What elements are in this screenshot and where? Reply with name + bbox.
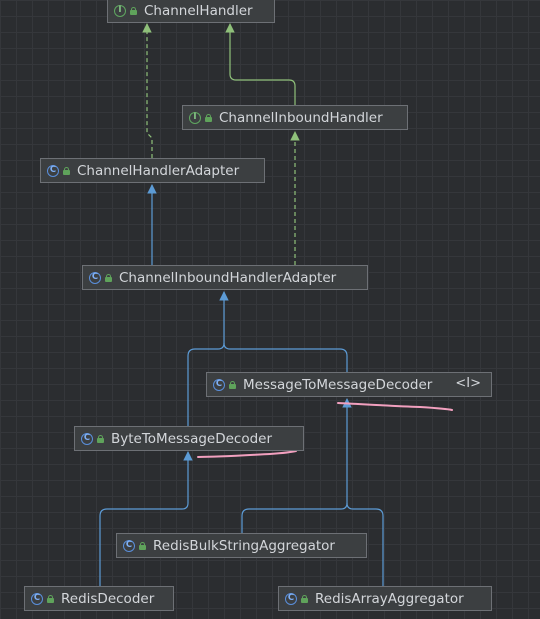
node-label: ChannelInboundHandler bbox=[219, 109, 383, 126]
node-label: RedisArrayAggregator bbox=[315, 590, 464, 607]
node-redisbulkstringaggregator[interactable]: C RedisBulkStringAggregator bbox=[116, 533, 367, 558]
public-lock-icon bbox=[229, 380, 236, 389]
public-lock-icon bbox=[139, 541, 146, 550]
class-icon: C bbox=[89, 271, 101, 284]
edge-redisdecoder-extends-bytetomessagedecoder bbox=[99, 451, 193, 586]
node-redisdecoder[interactable]: C RedisDecoder bbox=[24, 586, 174, 611]
node-bytetomessagedecoder[interactable]: C ByteToMessageDecoder bbox=[74, 426, 304, 451]
node-redisarrayaggregator[interactable]: C RedisArrayAggregator bbox=[278, 586, 492, 611]
node-channelinboundhandleradapter[interactable]: C ChannelInboundHandlerAdapter bbox=[82, 265, 368, 290]
node-label: ChannelHandlerAdapter bbox=[77, 162, 240, 179]
class-icon: C bbox=[213, 378, 225, 391]
edge-redisbulkstringaggregator-extends-messagetomessagedecoder bbox=[241, 398, 352, 533]
interface-icon: I bbox=[114, 4, 126, 17]
uml-diagram-canvas bbox=[99, 23, 453, 586]
class-icon: C bbox=[31, 592, 43, 605]
class-icon: C bbox=[285, 592, 297, 605]
edge-channelhandleradapter-implements-channelhandler bbox=[142, 23, 153, 158]
public-lock-icon bbox=[105, 273, 112, 282]
node-channelinboundhandler[interactable]: I ChannelInboundHandler bbox=[182, 105, 408, 130]
public-lock-icon bbox=[47, 594, 54, 603]
generic-type-badge: <I> bbox=[455, 376, 481, 391]
edge-messagetomessagedecoder-extends-channelinboundhandleradapter bbox=[223, 342, 348, 372]
node-label: MessageToMessageDecoder bbox=[243, 376, 433, 393]
node-channelhandleradapter[interactable]: C ChannelHandlerAdapter bbox=[40, 158, 265, 183]
node-channelhandler[interactable]: I ChannelHandler bbox=[107, 0, 275, 23]
node-label: RedisDecoder bbox=[61, 590, 155, 607]
node-messagetomessagedecoder[interactable]: C MessageToMessageDecoder <I> bbox=[206, 372, 492, 397]
node-label: ChannelInboundHandlerAdapter bbox=[119, 269, 337, 286]
public-lock-icon bbox=[205, 113, 212, 122]
class-icon: C bbox=[123, 539, 135, 552]
public-lock-icon bbox=[97, 434, 104, 443]
public-lock-icon bbox=[301, 594, 308, 603]
class-icon: C bbox=[81, 432, 93, 445]
node-label: ChannelHandler bbox=[144, 2, 253, 19]
node-label: RedisBulkStringAggregator bbox=[153, 537, 335, 554]
public-lock-icon bbox=[130, 6, 137, 15]
public-lock-icon bbox=[63, 166, 70, 175]
class-icon: C bbox=[47, 164, 59, 177]
edge-bytetomessagedecoder-extends-channelinboundhandleradapter bbox=[187, 291, 229, 426]
interface-icon: I bbox=[189, 111, 201, 124]
annotation-underline-bytetomessagedecoder bbox=[197, 450, 297, 458]
edge-channelinboundhandler-extends-channelhandler bbox=[225, 23, 296, 105]
annotation-underline-messagetomessagedecoder bbox=[337, 402, 453, 411]
node-label: ByteToMessageDecoder bbox=[111, 430, 273, 447]
